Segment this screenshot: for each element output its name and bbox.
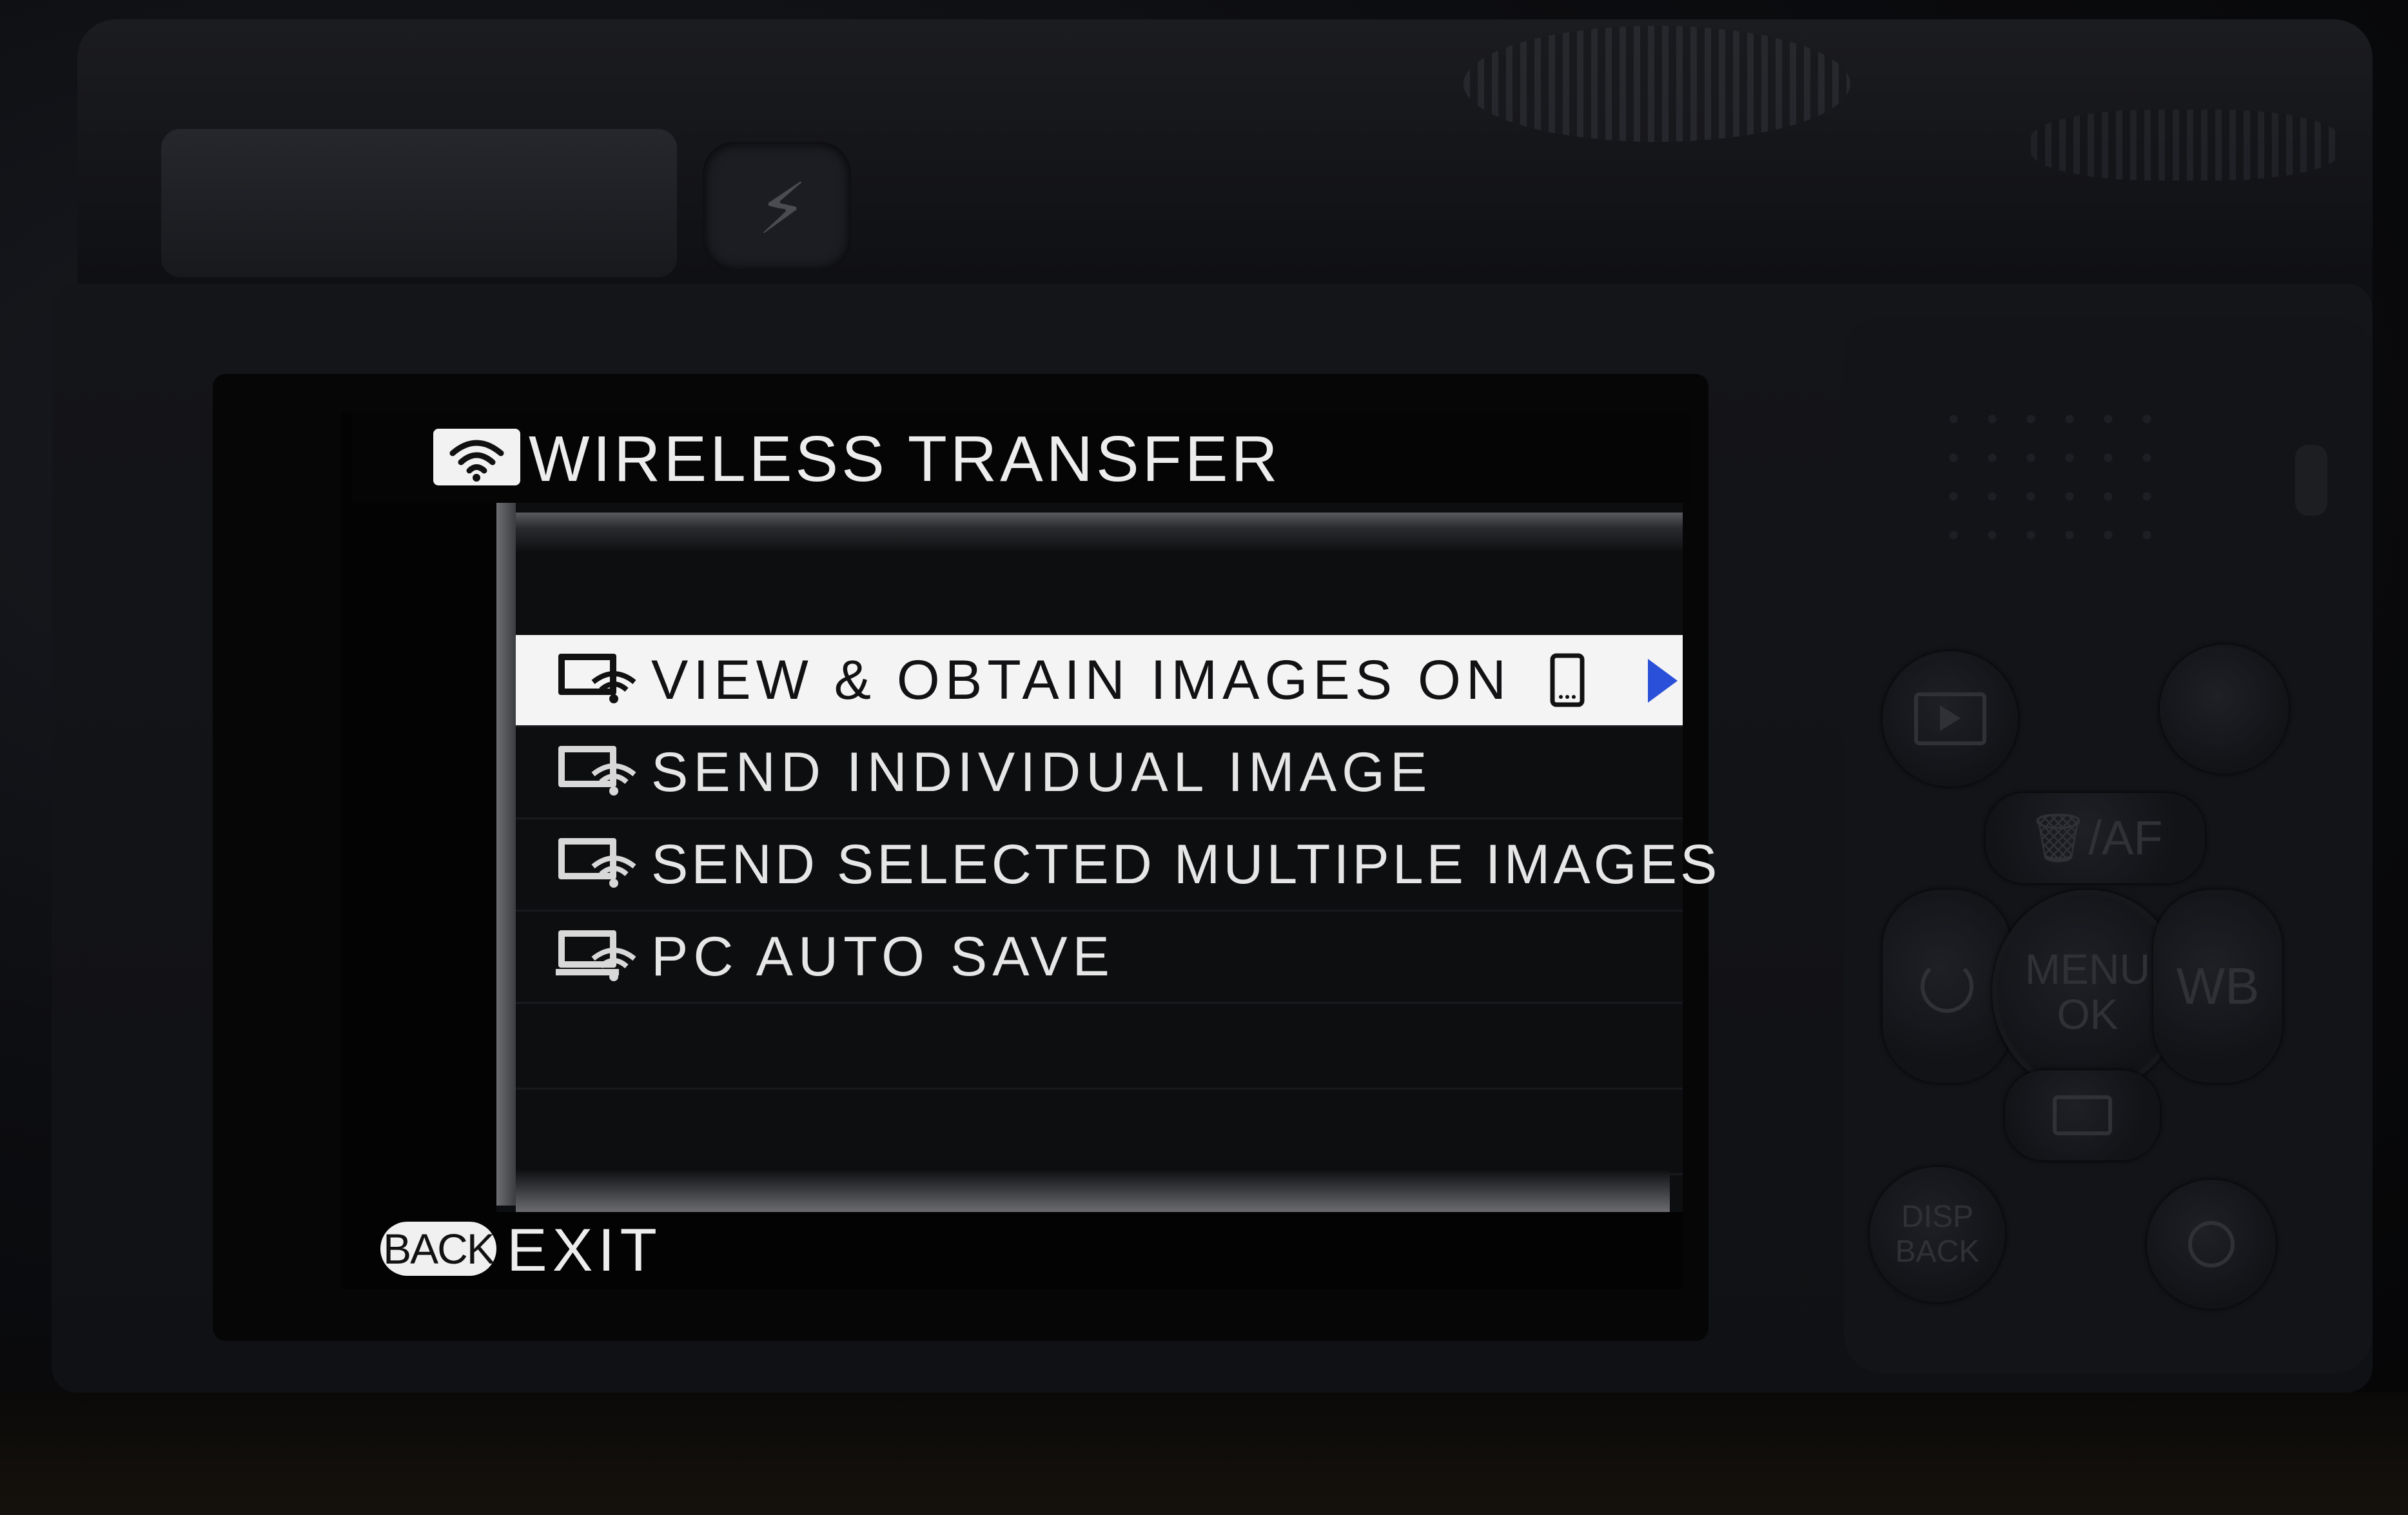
table-surface — [0, 1393, 2408, 1515]
menu-frame-left — [496, 503, 516, 1206]
menu-title: WIRELESS TRANSFER — [529, 423, 1281, 495]
send-wifi-icon — [556, 836, 640, 894]
flash-housing — [161, 129, 677, 277]
wb-button[interactable]: WB — [2153, 890, 2282, 1083]
disp-back-button[interactable]: DISP BACK — [1870, 1167, 2005, 1302]
playback-icon — [1914, 692, 1986, 745]
smartphone-wifi-icon — [556, 651, 640, 709]
flash-icon: ⚡ — [758, 168, 808, 250]
smartphone-icon — [1550, 653, 1585, 707]
strap-lug — [2295, 445, 2327, 516]
zoom-button[interactable] — [2147, 1180, 2276, 1309]
pc-wifi-icon — [556, 928, 640, 986]
menu-item-send-selected-multiple-images[interactable]: SEND SELECTED MULTIPLE IMAGES — [516, 819, 1717, 912]
menu-item-label: PC AUTO SAVE — [651, 925, 1115, 988]
exposure-dial[interactable] — [2031, 110, 2340, 181]
record-button[interactable] — [2160, 645, 2289, 774]
menu-item-view-obtain-images[interactable]: VIEW & OBTAIN IMAGES ON — [516, 635, 1683, 727]
menu-list: VIEW & OBTAIN IMAGES ON SEND INDIVIDUAL … — [516, 635, 1717, 1175]
delete-af-button[interactable]: 🗑/AF — [1986, 793, 2205, 883]
menu-item-label: VIEW & OBTAIN IMAGES ON — [651, 649, 1511, 711]
menu-item-send-individual-image[interactable]: SEND INDIVIDUAL IMAGE — [516, 727, 1683, 819]
camera-photo: ⚡ 🗑/AF MENU OK WB DISP BACK WIRELESS TRA… — [0, 0, 2408, 1515]
speaker-grille — [1934, 400, 2153, 567]
command-dial[interactable] — [1463, 26, 1850, 142]
menu-item-label: SEND SELECTED MULTIPLE IMAGES — [651, 833, 1721, 895]
drive-button[interactable] — [2005, 1070, 2160, 1160]
exit-label: EXIT — [507, 1216, 662, 1284]
menu-frame-bottom — [516, 1170, 1670, 1212]
camera-drive-icon — [2053, 1095, 2112, 1135]
playback-button[interactable] — [1883, 651, 2018, 787]
send-wifi-icon — [556, 743, 640, 801]
self-timer-icon — [1921, 960, 1973, 1013]
magnify-icon — [2188, 1221, 2235, 1267]
back-button[interactable]: BACK — [380, 1222, 496, 1276]
menu-empty-row — [516, 1090, 1683, 1175]
wifi-icon — [433, 429, 520, 485]
submenu-arrow-icon — [1648, 659, 1678, 703]
menu-item-label: SEND INDIVIDUAL IMAGE — [651, 741, 1433, 803]
menu-empty-row — [516, 1004, 1683, 1090]
menu-frame-top — [516, 513, 1683, 551]
menu-item-pc-auto-save[interactable]: PC AUTO SAVE — [516, 912, 1683, 1004]
